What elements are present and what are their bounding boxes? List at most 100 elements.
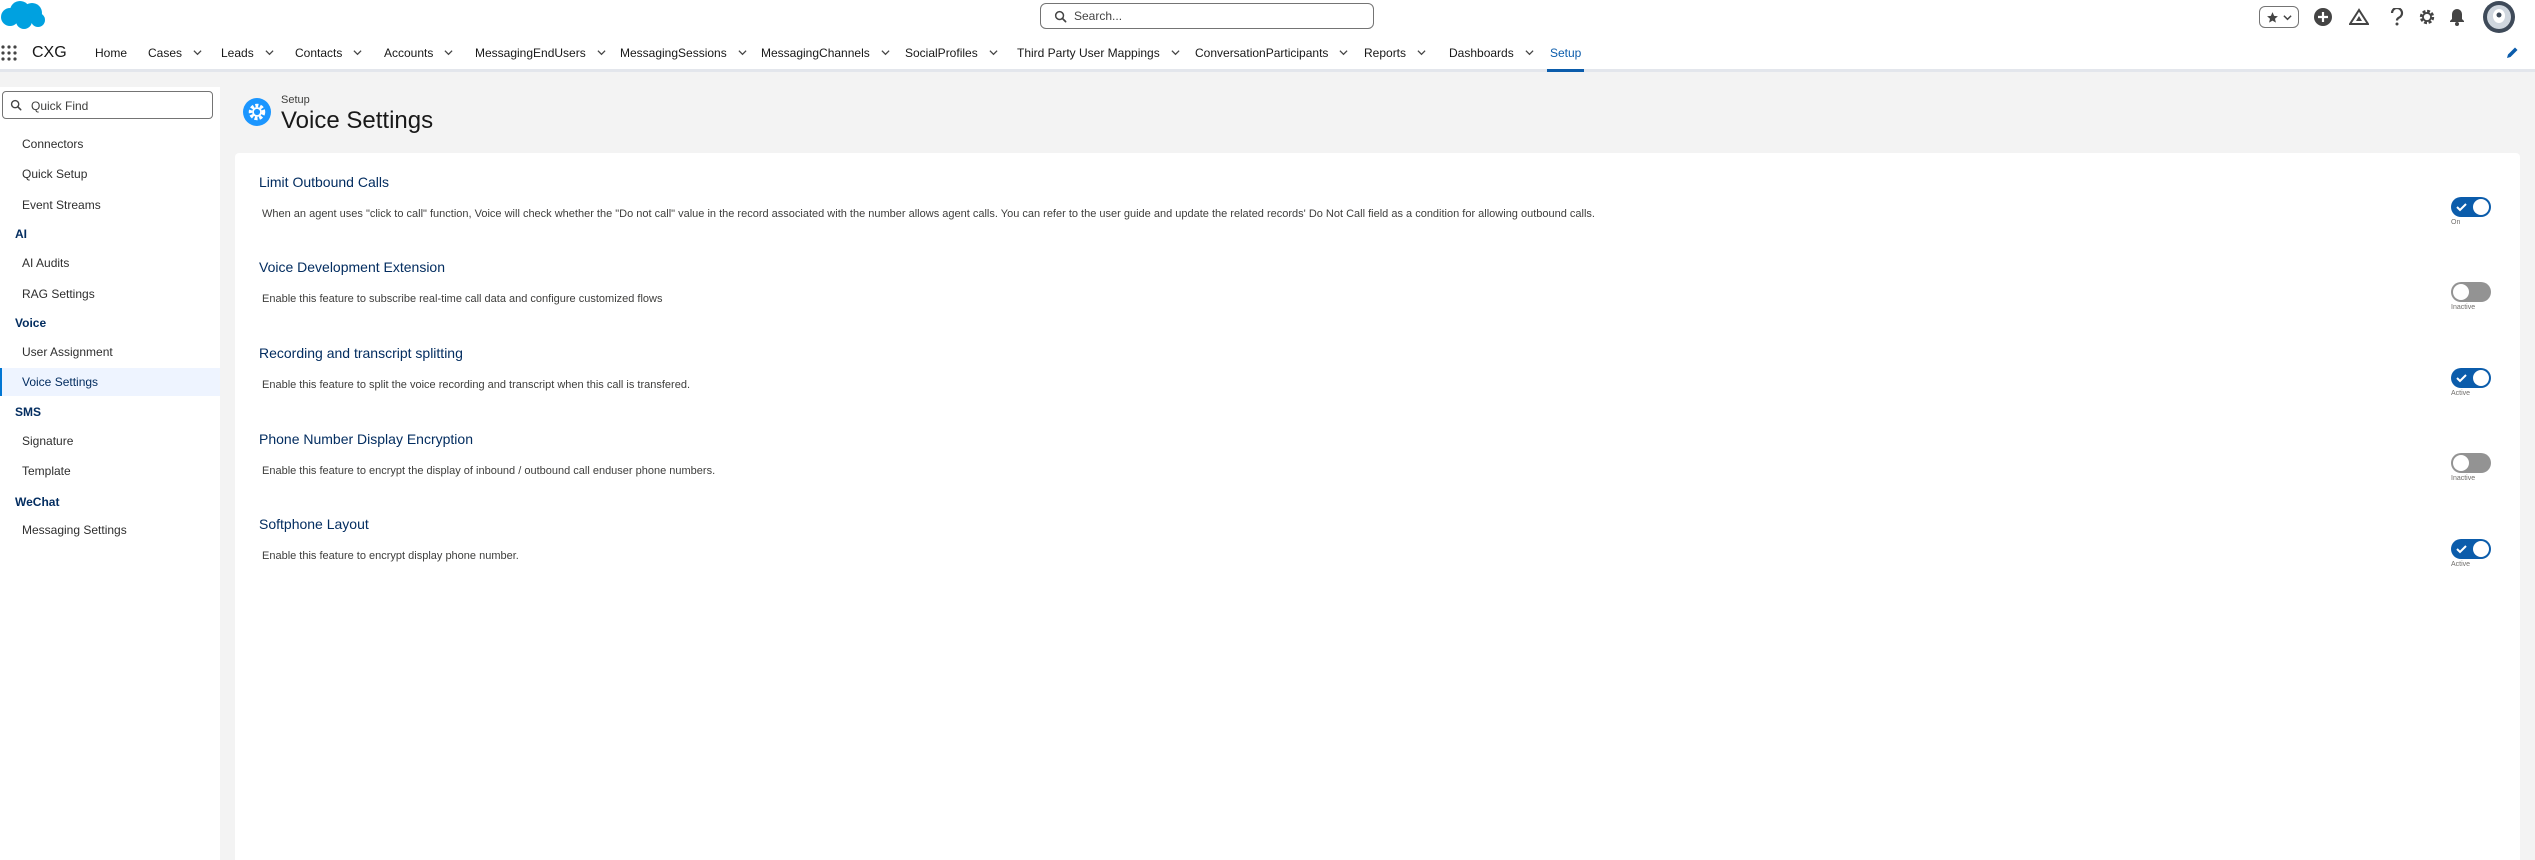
check-icon <box>2456 545 2467 554</box>
chevron-down-icon[interactable] <box>989 48 998 57</box>
sidebar-item-rag-settings[interactable]: RAG Settings <box>0 280 220 308</box>
nav-tab-label: Leads <box>221 45 254 60</box>
sidebar-item-label: Quick Setup <box>22 167 88 181</box>
chevron-down-icon[interactable] <box>1339 48 1348 57</box>
chevron-down-icon[interactable] <box>881 48 890 57</box>
sidebar-item-label: Connectors <box>22 137 84 151</box>
bell-icon <box>2450 9 2464 26</box>
global-header: Search... <box>0 0 2535 36</box>
gear-icon <box>248 103 266 121</box>
notifications-button[interactable] <box>2446 4 2468 30</box>
sidebar-item-voice-settings[interactable]: Voice Settings <box>0 368 220 396</box>
sidebar-item-label: RAG Settings <box>22 287 95 301</box>
user-avatar[interactable] <box>2483 1 2515 33</box>
toggle-knob <box>2473 199 2489 215</box>
page-overline: Setup <box>281 94 310 106</box>
chevron-down-icon[interactable] <box>265 48 274 57</box>
nav-tab-label: MessagingSessions <box>620 45 727 60</box>
global-search[interactable]: Search... <box>1040 3 1374 29</box>
salesforce-logo[interactable] <box>0 0 46 30</box>
nav-tab-conversationparticipants[interactable]: ConversationParticipants <box>1195 36 1348 69</box>
sidebar-item-ai-audits[interactable]: AI Audits <box>0 249 220 277</box>
toggle-status-label: Inactive <box>2451 475 2476 482</box>
nav-tab-accounts[interactable]: Accounts <box>384 36 453 69</box>
chevron-down-icon[interactable] <box>1525 48 1534 57</box>
setting-description: Enable this feature to subscribe real-ti… <box>262 293 663 305</box>
sidebar-item-connectors[interactable]: Connectors <box>0 130 220 158</box>
nav-tab-label: Reports <box>1364 45 1407 60</box>
nav-tab-setup[interactable]: Setup <box>1547 36 1585 72</box>
setting-title: Softphone Layout <box>259 516 369 532</box>
limit-outbound-calls-toggle[interactable] <box>2451 197 2491 217</box>
sidebar-group-ai[interactable]: AI <box>15 227 27 241</box>
add-icon <box>2314 8 2332 26</box>
sidebar-item-user-assignment[interactable]: User Assignment <box>0 338 220 366</box>
setting-description: Enable this feature to split the voice r… <box>262 379 691 391</box>
star-icon <box>2267 11 2278 23</box>
nav-tab-label: MessagingChannels <box>761 45 870 60</box>
chevron-down-icon[interactable] <box>1171 48 1180 57</box>
favorites-button[interactable] <box>2259 6 2299 28</box>
nav-tab-reports[interactable]: Reports <box>1364 36 1426 69</box>
global-actions-button[interactable] <box>2312 4 2334 30</box>
sidebar-item-label: Messaging Settings <box>22 523 127 537</box>
nav-tab-contacts[interactable]: Contacts <box>295 36 362 69</box>
setup-button[interactable] <box>2416 4 2438 30</box>
softphone-layout-toggle[interactable] <box>2451 539 2491 559</box>
sidebar-item-event-streams[interactable]: Event Streams <box>0 191 220 219</box>
nav-tab-socialprofiles[interactable]: SocialProfiles <box>905 36 998 69</box>
sidebar-item-label: Signature <box>22 434 74 448</box>
setting-description: Enable this feature to encrypt display p… <box>262 550 519 562</box>
sidebar-group-voice[interactable]: Voice <box>15 316 46 330</box>
nav-tab-messagingendusers[interactable]: MessagingEndUsers <box>475 36 606 69</box>
toggle-knob <box>2473 541 2489 557</box>
chevron-down-icon[interactable] <box>738 48 747 57</box>
nav-tab-label: Setup <box>1550 45 1582 60</box>
toggle-status-label: Active <box>2451 561 2471 568</box>
chevron-down-icon[interactable] <box>444 48 453 57</box>
voice-development-extension-toggle[interactable] <box>2451 282 2491 302</box>
pencil-icon[interactable] <box>2505 46 2519 60</box>
app-launcher-icon[interactable] <box>0 44 18 62</box>
nav-tab-dashboards[interactable]: Dashboards <box>1449 36 1534 69</box>
nav-tab-home[interactable]: Home <box>95 36 127 69</box>
quick-find[interactable] <box>2 91 213 119</box>
nav-tab-label: Dashboards <box>1449 45 1514 60</box>
gear-icon <box>2419 9 2435 25</box>
setting-description: Enable this feature to encrypt the displ… <box>262 465 716 477</box>
sidebar-item-label: Template <box>22 464 71 478</box>
sidebar-group-wechat[interactable]: WeChat <box>15 495 59 509</box>
setting-description: When an agent uses "click to call" funct… <box>262 208 1595 220</box>
sidebar-item-signature[interactable]: Signature <box>0 427 220 455</box>
search-icon <box>1054 10 1067 23</box>
chevron-down-icon[interactable] <box>597 48 606 57</box>
nav-tab-label: Contacts <box>295 45 343 60</box>
trailhead-button[interactable] <box>2348 4 2370 30</box>
nav-tab-label: Home <box>95 45 128 60</box>
chevron-down-icon[interactable] <box>1417 48 1426 57</box>
nav-tab-cases[interactable]: Cases <box>148 36 202 69</box>
sidebar-item-quick-setup[interactable]: Quick Setup <box>0 160 220 188</box>
sidebar-item-label: Voice Settings <box>22 375 99 389</box>
setting-title: Voice Development Extension <box>259 259 445 275</box>
help-icon <box>2390 8 2404 26</box>
nav-tab-messagingsessions[interactable]: MessagingSessions <box>620 36 747 69</box>
toggle-knob <box>2453 455 2469 471</box>
help-button[interactable] <box>2386 4 2408 30</box>
sidebar-group-sms[interactable]: SMS <box>15 405 41 419</box>
setting-title: Limit Outbound Calls <box>259 174 389 190</box>
nav-tab-leads[interactable]: Leads <box>221 36 274 69</box>
recording-transcript-splitting-toggle[interactable] <box>2451 368 2491 388</box>
chevron-down-icon[interactable] <box>193 48 202 57</box>
nav-tab-third-party-user-mappings[interactable]: Third Party User Mappings <box>1017 36 1180 69</box>
quick-find-input[interactable] <box>29 96 208 116</box>
setting-title: Phone Number Display Encryption <box>259 431 473 447</box>
sidebar-item-template[interactable]: Template <box>0 457 220 485</box>
sidebar-item-label: AI Audits <box>22 256 70 270</box>
nav-tab-messagingchannels[interactable]: MessagingChannels <box>761 36 890 69</box>
sidebar-item-messaging-settings[interactable]: Messaging Settings <box>0 516 220 544</box>
phone-number-display-encryption-toggle[interactable] <box>2451 453 2491 473</box>
chevron-down-icon[interactable] <box>353 48 362 57</box>
setup-gear-icon <box>243 98 271 126</box>
voice-settings-card: Limit Outbound Calls When an agent uses … <box>235 153 2520 860</box>
